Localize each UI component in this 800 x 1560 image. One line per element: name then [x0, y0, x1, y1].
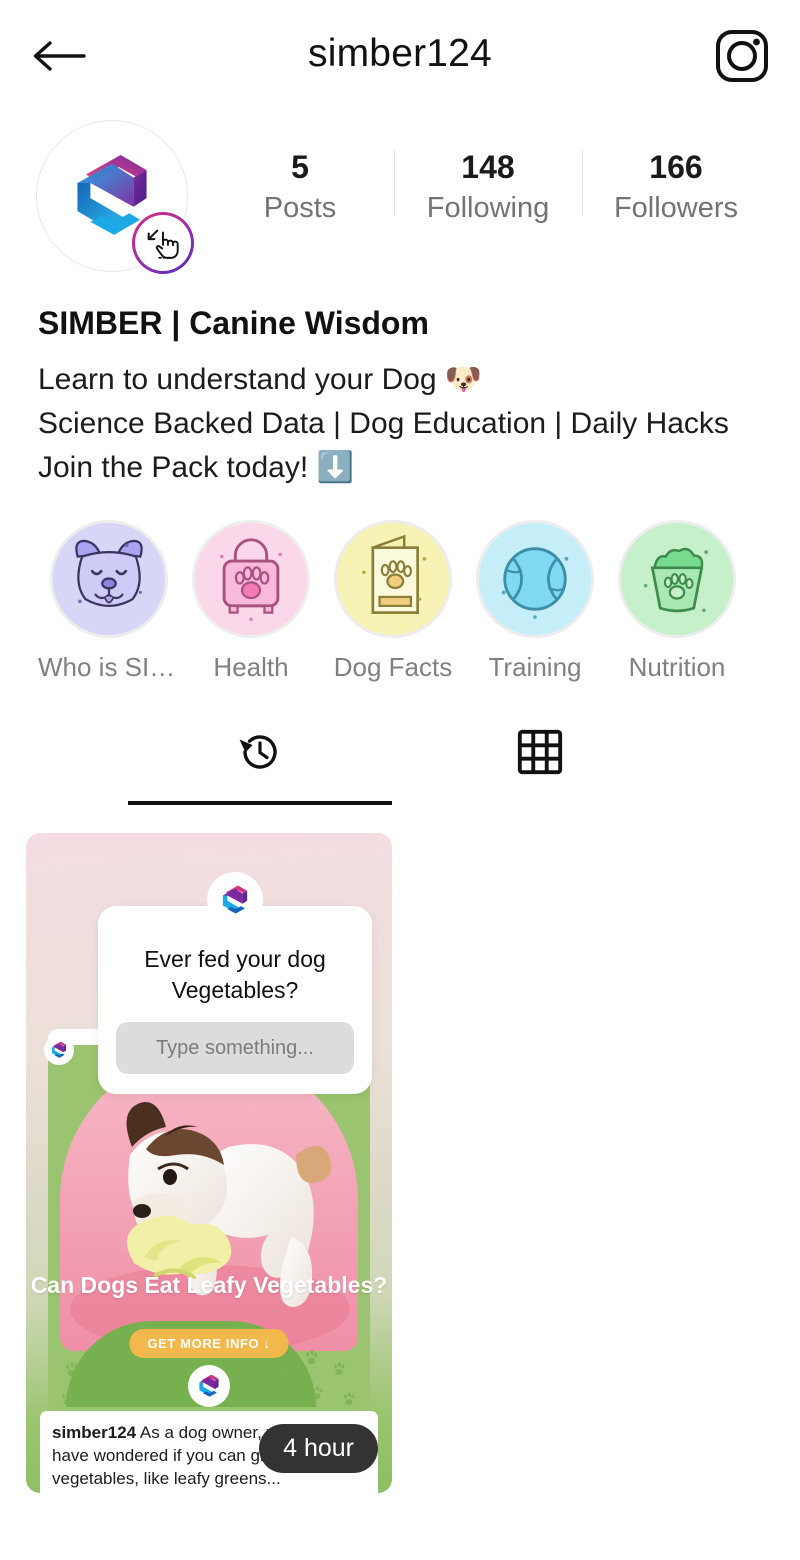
stat-posts-label: Posts: [263, 192, 337, 224]
page-title: simber124: [308, 32, 492, 75]
story-archive-item[interactable]: Can Dogs Eat Leafy Vegetables? GET MORE …: [26, 833, 392, 1493]
highlight-health[interactable]: Health: [180, 520, 322, 683]
app-header: simber124: [0, 0, 800, 112]
stories-archive-content: Can Dogs Eat Leafy Vegetables? GET MORE …: [0, 833, 800, 1533]
tab-grid[interactable]: [400, 717, 680, 791]
highlight-label: Training: [488, 652, 582, 682]
stat-followers-value: 166: [649, 149, 703, 185]
get-more-info-button[interactable]: GET MORE INFO ↓: [129, 1329, 289, 1358]
highlight-label: Who is SIM...: [38, 652, 180, 682]
puppy-eating-lettuce-photo: [60, 1051, 358, 1351]
highlight-dog-facts[interactable]: Dog Facts: [322, 520, 464, 683]
highlight-who-is-simber[interactable]: Who is SIM...: [38, 520, 180, 683]
simber-logo-small: [207, 872, 263, 928]
highlight-label: Dog Facts: [333, 652, 453, 682]
profile-summary: 5 Posts 148 Following 166 Followers: [0, 112, 800, 292]
highlight-training[interactable]: Training: [464, 520, 606, 683]
story-time-badge: 4 hour: [259, 1424, 378, 1473]
question-answer-input[interactable]: Type something...: [116, 1022, 354, 1074]
instagram-camera-icon[interactable]: [714, 28, 770, 84]
clock-history-icon: [234, 726, 286, 783]
bio-text: Learn to understand your Dog 🐶 Science B…: [38, 363, 729, 484]
story-headline: Can Dogs Eat Leafy Vegetables?: [30, 1272, 388, 1298]
hand-cursor-icon: [135, 215, 191, 271]
hand-cursor-badge[interactable]: [132, 212, 194, 274]
stat-followers-label: Followers: [613, 192, 739, 224]
caption-username[interactable]: simber124: [52, 1423, 136, 1442]
story-highlights: Who is SIM... Health Dog Facts Training …: [0, 490, 800, 683]
simber-logo-small: [44, 1035, 74, 1065]
stat-followers[interactable]: 166 Followers: [582, 146, 770, 228]
avatar[interactable]: [36, 120, 194, 274]
stat-following[interactable]: 148 Following: [394, 146, 582, 228]
instagram-profile-screen: simber124 5 Posts 148 Following 166 Foll…: [0, 0, 800, 1560]
paw-card-icon: [334, 520, 452, 638]
profile-bio: SIMBER | Canine Wisdom Learn to understa…: [0, 292, 800, 490]
profile-stats: 5 Posts 148 Following 166 Followers: [206, 146, 800, 228]
stat-following-value: 148: [461, 149, 515, 185]
stat-following-label: Following: [426, 192, 550, 224]
highlight-nutrition[interactable]: Nutrition: [606, 520, 748, 683]
dog-face-icon: [50, 520, 168, 638]
tennis-ball-icon: [476, 520, 594, 638]
stat-posts-value: 5: [291, 149, 309, 185]
stat-posts[interactable]: 5 Posts: [206, 146, 394, 228]
display-name: SIMBER | Canine Wisdom: [38, 305, 429, 341]
tab-stories-archive[interactable]: [120, 717, 400, 805]
question-text: Ever fed your dog Vegetables?: [144, 946, 326, 1003]
question-sticker[interactable]: Ever fed your dog Vegetables? Type somet…: [98, 872, 372, 1094]
profile-tabs: [0, 717, 800, 805]
highlight-label: Health: [213, 652, 289, 682]
food-bowl-icon: [618, 520, 736, 638]
grid-icon: [515, 727, 565, 782]
simber-logo-small: [188, 1365, 230, 1407]
highlight-label: Nutrition: [628, 652, 726, 682]
dog-bag-icon: [192, 520, 310, 638]
